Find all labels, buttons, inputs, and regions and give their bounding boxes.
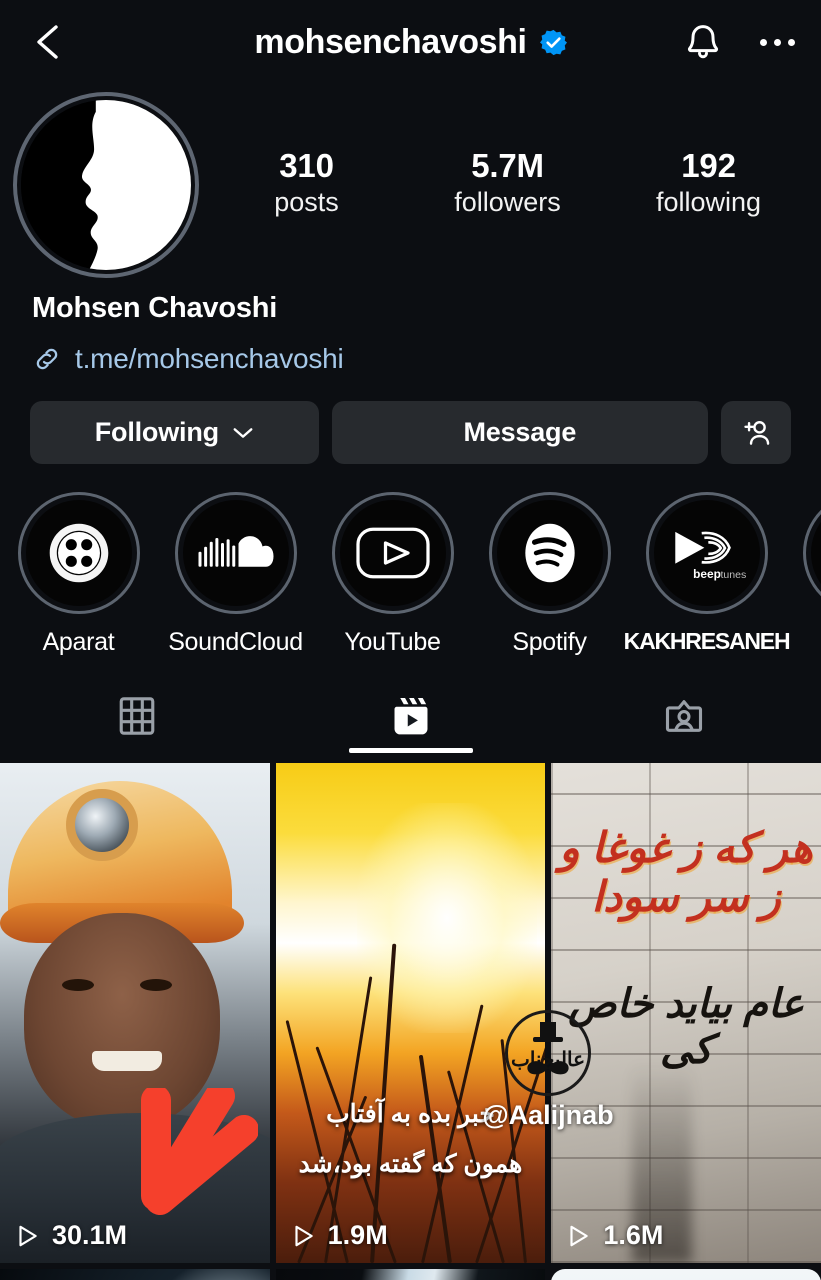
miner-headlamp xyxy=(66,789,138,861)
profile-tabs xyxy=(0,683,821,753)
grid-icon xyxy=(119,697,155,735)
profile-bio: Mohsen Chavoshi t.me/mohsenchavoshi xyxy=(0,278,821,375)
link-icon xyxy=(36,348,58,370)
beeptunes-logo-icon: beep tunes xyxy=(653,500,760,606)
highlight-label: KAKHRESANEH xyxy=(623,628,791,654)
highlight-ring xyxy=(331,492,454,614)
tab-reels[interactable] xyxy=(274,683,548,753)
highlight-ring xyxy=(17,492,140,614)
more-options-button[interactable] xyxy=(756,29,799,56)
highlight-label: Aparat xyxy=(42,628,115,656)
views-count: 1.6M xyxy=(603,1220,664,1250)
stat-followers[interactable]: 5.7M followers xyxy=(407,147,608,220)
full-name: Mohsen Chavoshi xyxy=(32,292,278,324)
add-person-button[interactable] xyxy=(721,401,791,464)
tagged-icon xyxy=(666,700,703,732)
highlight-aparat[interactable]: Aparat xyxy=(0,492,157,657)
notifications-button[interactable] xyxy=(682,20,724,64)
play-icon xyxy=(295,1225,313,1246)
story-highlights: Aparat SoundCloud YouTube Spotify beep t… xyxy=(0,464,821,657)
verified-badge-icon xyxy=(539,29,567,55)
reel-item-6[interactable] xyxy=(551,1269,821,1280)
top-bar-actions xyxy=(682,0,799,84)
spotify-logo-icon xyxy=(496,500,603,606)
reels-icon xyxy=(394,697,427,735)
soundcloud-logo-icon xyxy=(182,500,289,606)
posts-label: posts xyxy=(274,186,339,217)
highlight-partial[interactable] xyxy=(785,492,821,657)
graffiti-text-black: عام بیاید خاص کی xyxy=(568,982,805,1072)
play-icon xyxy=(19,1225,37,1246)
miner-smile xyxy=(92,1051,162,1071)
reel-views-2: 1.9M xyxy=(290,1220,388,1251)
highlight-soundcloud[interactable]: SoundCloud xyxy=(157,492,314,657)
followers-count: 5.7M xyxy=(471,147,544,184)
back-button[interactable] xyxy=(26,19,72,65)
reel-item-3[interactable]: هر که ز غوغا و ز سر سودا عام بیاید خاص ک… xyxy=(551,763,821,1263)
bell-icon xyxy=(687,25,719,59)
grass-silhouette xyxy=(276,933,546,1263)
reel-caption-line2: همون که گفته بود،شد xyxy=(298,1150,523,1178)
reel-item-2[interactable]: خبر بده به آفتاب همون که گفته بود،شد 1.9… xyxy=(275,763,546,1263)
following-count: 192 xyxy=(681,147,736,184)
following-button[interactable]: Following xyxy=(30,401,319,464)
highlight-label: Spotify xyxy=(512,628,587,656)
highlight-partial-icon xyxy=(810,500,821,606)
views-count: 1.9M xyxy=(327,1220,388,1250)
highlight-label: SoundCloud xyxy=(168,628,303,656)
highlight-kakhresaneh[interactable]: beep tunes KAKHRESANEH xyxy=(624,492,791,657)
highlight-spotify[interactable]: Spotify xyxy=(471,492,628,657)
profile-summary: 310 posts 5.7M followers 192 following xyxy=(0,84,821,278)
reel-views-1: 30.1M xyxy=(14,1220,127,1251)
highlight-label: YouTube xyxy=(344,628,441,656)
miner-eye-right xyxy=(140,979,172,991)
highlight-youtube[interactable]: YouTube xyxy=(314,492,471,657)
profile-stats: 310 posts 5.7M followers 192 following xyxy=(206,92,821,220)
reels-grid-row-2 xyxy=(0,1269,821,1280)
svg-text:beep: beep xyxy=(693,567,721,581)
add-person-icon xyxy=(744,420,770,445)
avatar-ring xyxy=(13,92,199,278)
highlight-ring: beep tunes xyxy=(645,492,768,614)
profile-avatar-icon xyxy=(21,100,191,270)
stat-following[interactable]: 192 following xyxy=(608,147,809,220)
more-options-icon xyxy=(760,38,767,46)
profile-link-text: t.me/mohsenchavoshi xyxy=(75,343,344,374)
page-title: mohsenchavoshi xyxy=(254,22,527,61)
reel-item-5[interactable] xyxy=(275,1269,546,1280)
chevron-down-icon xyxy=(233,427,253,438)
graffiti-text-red: هر که ز غوغا و ز سر سودا xyxy=(559,824,813,920)
following-button-label: Following xyxy=(94,417,219,447)
followers-label: followers xyxy=(454,186,561,217)
reel-views-3: 1.6M xyxy=(565,1220,663,1251)
play-icon xyxy=(570,1225,589,1246)
highlight-ring xyxy=(488,492,611,614)
following-label: following xyxy=(655,186,762,217)
top-navigation-bar: mohsenchavoshi xyxy=(0,0,821,84)
chevron-left-icon xyxy=(37,25,58,59)
stat-posts[interactable]: 310 posts xyxy=(206,147,407,220)
avatar xyxy=(21,100,191,270)
avatar-container[interactable] xyxy=(0,92,206,278)
reel-caption-line1: خبر بده به آفتاب xyxy=(326,1100,495,1128)
active-tab-indicator xyxy=(348,748,473,753)
profile-action-buttons: Following Message xyxy=(0,375,821,464)
svg-text:tunes: tunes xyxy=(720,569,746,581)
profile-link[interactable]: t.me/mohsenchavoshi xyxy=(32,343,789,375)
reel-item-4[interactable] xyxy=(0,1269,270,1280)
highlight-ring xyxy=(802,492,821,614)
youtube-logo-icon xyxy=(339,500,446,606)
message-button-label: Message xyxy=(463,417,577,447)
instagram-profile-screen: mohsenchavoshi 310 posts 5.7M followers … xyxy=(0,0,821,1280)
aparat-logo-icon xyxy=(25,500,132,606)
message-button[interactable]: Message xyxy=(331,401,708,464)
posts-count: 310 xyxy=(279,147,334,184)
tab-grid[interactable] xyxy=(0,683,274,749)
views-count: 30.1M xyxy=(52,1220,128,1250)
highlight-ring xyxy=(174,492,297,614)
tab-tagged[interactable] xyxy=(547,683,821,749)
red-arrow-annotation xyxy=(141,1088,258,1215)
miner-eye-left xyxy=(62,979,94,991)
